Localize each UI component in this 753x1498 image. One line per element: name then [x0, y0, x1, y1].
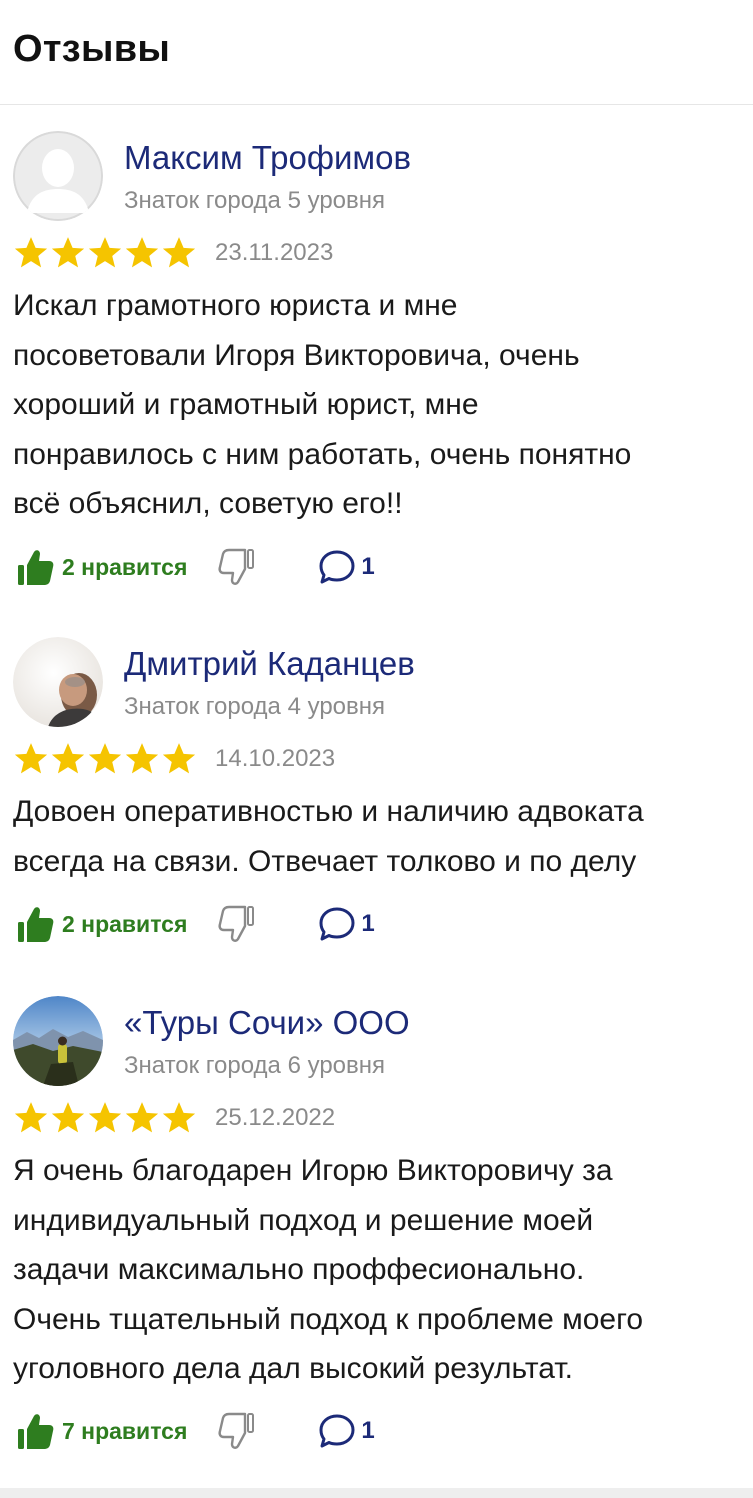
avatar[interactable] [13, 131, 103, 221]
star-icon [51, 1102, 85, 1133]
star-icon [125, 237, 159, 268]
comments-count: 1 [361, 553, 375, 580]
star-icon [162, 1102, 196, 1133]
review-text-line: Я очень благодарен Игорю Викторовичу за [13, 1154, 613, 1187]
review-text: Я очень благодарен Игорю Викторовичу за … [13, 1146, 753, 1394]
author-level: Знаток города 5 уровня [124, 187, 386, 214]
author-level: Знаток города 6 уровня [124, 1052, 386, 1079]
thumbs-up-icon [18, 550, 54, 585]
comment-bubble-icon [319, 1414, 355, 1448]
star-rating [13, 742, 197, 776]
rating-row: 25.12.2022 [13, 1100, 335, 1136]
star-icon [14, 743, 48, 774]
review-actions: 2 нравится 1 [16, 899, 375, 949]
author-name[interactable]: Дмитрий Каданцев [124, 645, 415, 683]
likes-count: 7 нравится [62, 1417, 188, 1444]
rating-row: 23.11.2023 [13, 235, 333, 271]
review-date: 25.12.2022 [215, 1104, 336, 1131]
review-text-line: индивидуальный подход и решение моей [13, 1203, 594, 1237]
comments-count: 1 [361, 910, 375, 937]
review-text-line: Искал грамотного юриста и мне [13, 289, 458, 322]
review-text-line: всё объяснил, советую его!! [13, 487, 403, 520]
like-button[interactable]: 2 нравится [16, 904, 187, 944]
star-rating [13, 236, 197, 270]
like-button[interactable]: 7 нравится [16, 1411, 187, 1451]
user-photo [13, 637, 103, 727]
page-header: Отзывы [0, 0, 753, 105]
author-name[interactable]: «Туры Сочи» ООО [124, 1004, 410, 1042]
review-date: 14.10.2023 [215, 745, 336, 772]
star-icon [14, 237, 48, 268]
comments-button[interactable]: 1 [317, 904, 375, 944]
avatar[interactable] [13, 637, 103, 727]
star-icon [51, 237, 85, 268]
likes-count: 2 нравится [62, 910, 188, 937]
review-text-line: хороший и грамотный юрист, мне [13, 388, 479, 421]
comments-count: 1 [361, 1417, 375, 1444]
review-text-line: задачи максимально проффесионально. [13, 1253, 585, 1286]
review-text-line: уголовного дела дал высокий результат. [13, 1352, 574, 1385]
star-icon [51, 743, 85, 774]
thumbs-down-icon [218, 905, 255, 942]
avatar[interactable] [13, 996, 103, 1086]
comment-bubble-icon [319, 550, 355, 584]
review-date: 23.11.2023 [215, 239, 334, 266]
star-icon [162, 237, 196, 268]
review-text-line: Очень тщательный подход к проблеме моего [13, 1302, 644, 1336]
rating-row: 14.10.2023 [13, 741, 335, 777]
star-icon [162, 743, 196, 774]
review-text-line: всегда на связи. Отвечает толково и по д… [13, 844, 637, 878]
star-icon [88, 237, 122, 268]
star-rating [13, 1101, 197, 1135]
star-icon [14, 1102, 48, 1133]
author-level: Знаток города 4 уровня [124, 693, 386, 720]
page-title: Отзывы [13, 28, 171, 70]
review-text: Искал грамотного юриста и мне посоветова… [13, 281, 753, 529]
star-icon [125, 1102, 159, 1133]
dislike-button[interactable] [217, 547, 257, 587]
thumbs-down-icon [218, 1412, 255, 1449]
thumbs-up-icon [18, 1414, 54, 1449]
review-text-line: Довоен оперативностью и наличию адвоката [13, 795, 644, 828]
review-text-line: посоветовали Игоря Викторовича, очень [13, 338, 580, 372]
review-text-line: понравилось с ним работать, очень понятн… [13, 437, 632, 471]
review-text: Довоен оперативностью и наличию адвоката… [13, 787, 753, 886]
mountain-photo [13, 996, 103, 1086]
comment-bubble-icon [319, 907, 355, 941]
star-icon [125, 743, 159, 774]
star-icon [88, 743, 122, 774]
thumbs-down-icon [218, 548, 255, 585]
likes-count: 2 нравится [62, 553, 188, 580]
comments-button[interactable]: 1 [317, 547, 375, 587]
like-button[interactable]: 2 нравится [16, 547, 187, 587]
dislike-button[interactable] [217, 1411, 257, 1451]
thumbs-up-icon [18, 907, 54, 942]
comments-button[interactable]: 1 [317, 1411, 375, 1451]
author-name[interactable]: Максим Трофимов [124, 139, 411, 177]
review-actions: 7 нравится 1 [16, 1406, 375, 1456]
review-actions: 2 нравится 1 [16, 542, 375, 592]
star-icon [88, 1102, 122, 1133]
placeholder-person-icon [13, 131, 103, 221]
dislike-button[interactable] [217, 904, 257, 944]
bottom-divider [0, 1488, 753, 1498]
